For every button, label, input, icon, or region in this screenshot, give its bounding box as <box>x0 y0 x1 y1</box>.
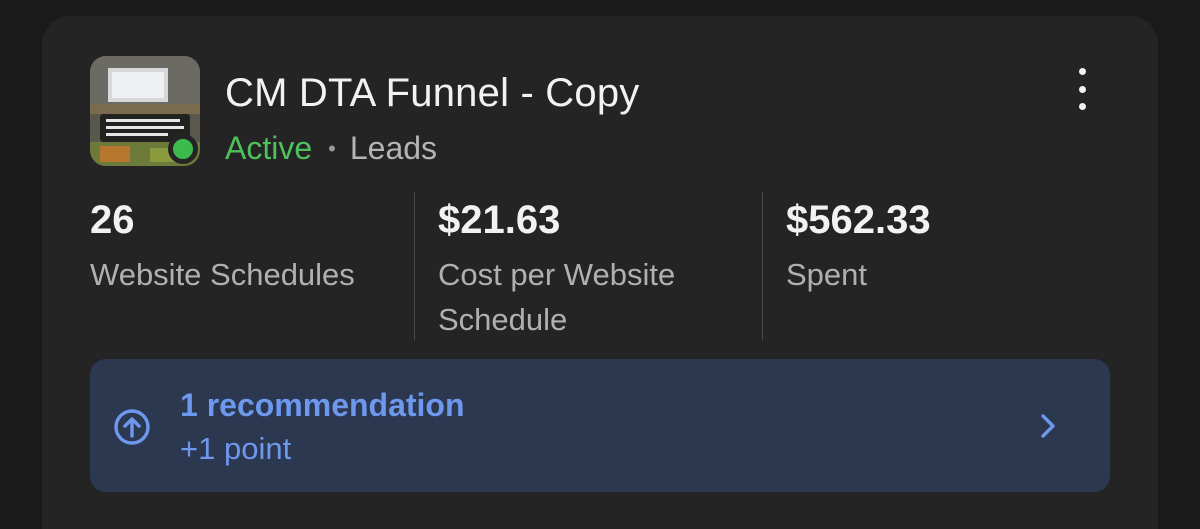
metric-cost-per-schedule: $21.63 Cost per Website Schedule <box>438 192 738 340</box>
more-options-dot <box>1078 68 1086 75</box>
active-status-dot-icon <box>168 134 198 164</box>
recommendation-points: +1 point <box>180 431 292 466</box>
campaign-status-line: Active • Leads <box>225 130 437 167</box>
metric-value: $562.33 <box>786 198 931 242</box>
metrics-row: 26 Website Schedules $21.63 Cost per Web… <box>90 192 1120 342</box>
campaign-title[interactable]: CM DTA Funnel - Copy <box>225 71 640 116</box>
metric-label: Cost per Website Schedule <box>438 257 676 337</box>
metric-spent: $562.33 Spent <box>786 192 1106 340</box>
campaign-card[interactable]: CM DTA Funnel - Copy Active • Leads 26 W… <box>42 16 1158 529</box>
metric-value: $21.63 <box>438 198 561 242</box>
arrow-up-circle-icon <box>114 409 150 445</box>
status-separator: • <box>328 135 336 161</box>
campaign-header: CM DTA Funnel - Copy Active • Leads <box>90 56 1110 170</box>
metric-website-schedules: 26 Website Schedules <box>90 192 410 340</box>
metric-label: Website Schedules <box>90 257 355 292</box>
ad-thumbnail-wrapper[interactable] <box>90 56 202 170</box>
metric-value: 26 <box>90 198 135 242</box>
campaign-objective: Leads <box>349 130 438 166</box>
metric-divider <box>414 192 415 340</box>
metric-label: Spent <box>786 257 868 292</box>
recommendation-title: 1 recommendation <box>180 387 465 423</box>
metric-divider <box>762 192 763 340</box>
more-options-icon[interactable] <box>1068 68 1096 110</box>
chevron-right-icon <box>1041 414 1055 438</box>
recommendation-banner[interactable]: 1 recommendation +1 point <box>90 359 1110 492</box>
more-options-dot <box>1078 103 1086 110</box>
more-options-dot <box>1078 85 1086 93</box>
campaign-status: Active <box>225 130 313 166</box>
